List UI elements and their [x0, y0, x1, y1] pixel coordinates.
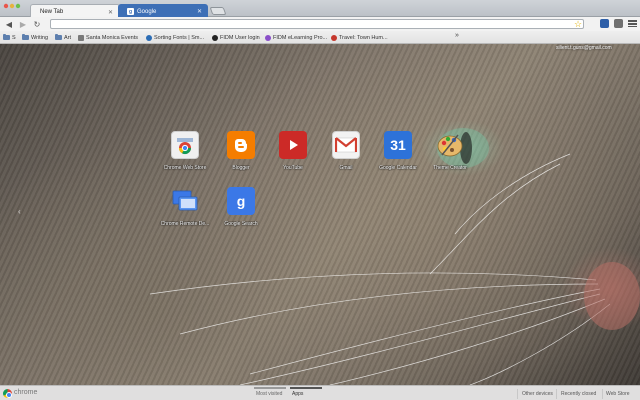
app-google-search[interactable]: g Google Search	[213, 187, 269, 227]
chrome-wordmark: chrome	[14, 389, 38, 396]
footer-divider	[556, 389, 557, 399]
app-youtube[interactable]: YouTube	[265, 131, 321, 171]
app-label: Chrome Web Store	[163, 165, 207, 171]
most-visited-page-indicator	[254, 387, 286, 389]
footer-divider	[602, 389, 603, 399]
app-chrome-remote-desktop[interactable]: Chrome Remote De...	[157, 187, 213, 227]
blogger-icon	[227, 131, 255, 159]
google-g-glyph: g	[236, 193, 246, 209]
other-devices-link[interactable]: Other devices	[522, 391, 553, 397]
chrome-logo-icon	[3, 389, 12, 398]
app-label: Gmail	[339, 165, 353, 171]
app-chrome-web-store[interactable]: Chrome Web Store	[157, 131, 213, 171]
recently-closed-link[interactable]: Recently closed	[561, 391, 596, 397]
app-label: Theme Creator	[433, 165, 467, 171]
footer-tab-most-visited[interactable]: Most visited	[256, 391, 282, 397]
app-label: Google Search	[224, 221, 258, 227]
app-gmail[interactable]: Gmail	[318, 131, 374, 171]
youtube-icon	[279, 131, 307, 159]
app-label: Chrome Remote De...	[160, 221, 210, 227]
app-theme-creator[interactable]: Theme Creator	[422, 131, 478, 171]
apps-grid: ‹ Chrome Web Store Blogger YouTube Gmail…	[0, 0, 640, 400]
footer-tab-apps[interactable]: Apps	[292, 391, 303, 397]
app-label: YouTube	[283, 165, 303, 171]
app-label: Blogger	[232, 165, 250, 171]
app-label: Google Calendar	[379, 165, 417, 171]
theme-creator-icon	[436, 131, 464, 159]
apps-page-indicator	[290, 387, 322, 389]
chrome-web-store-icon	[171, 131, 199, 159]
web-store-link[interactable]: Web Store	[606, 391, 630, 397]
google-search-icon: g	[227, 187, 255, 215]
gmail-icon	[332, 131, 360, 159]
google-calendar-icon: 31	[384, 131, 412, 159]
footer-divider	[517, 389, 518, 399]
app-google-calendar[interactable]: 31 Google Calendar	[370, 131, 426, 171]
ntp-footer: chrome Most visited Apps Other devices R…	[0, 385, 640, 400]
chrome-remote-desktop-icon	[171, 187, 199, 215]
calendar-date-glyph: 31	[390, 137, 406, 153]
app-blogger[interactable]: Blogger	[213, 131, 269, 171]
previous-page-chevron-icon[interactable]: ‹	[18, 207, 21, 216]
